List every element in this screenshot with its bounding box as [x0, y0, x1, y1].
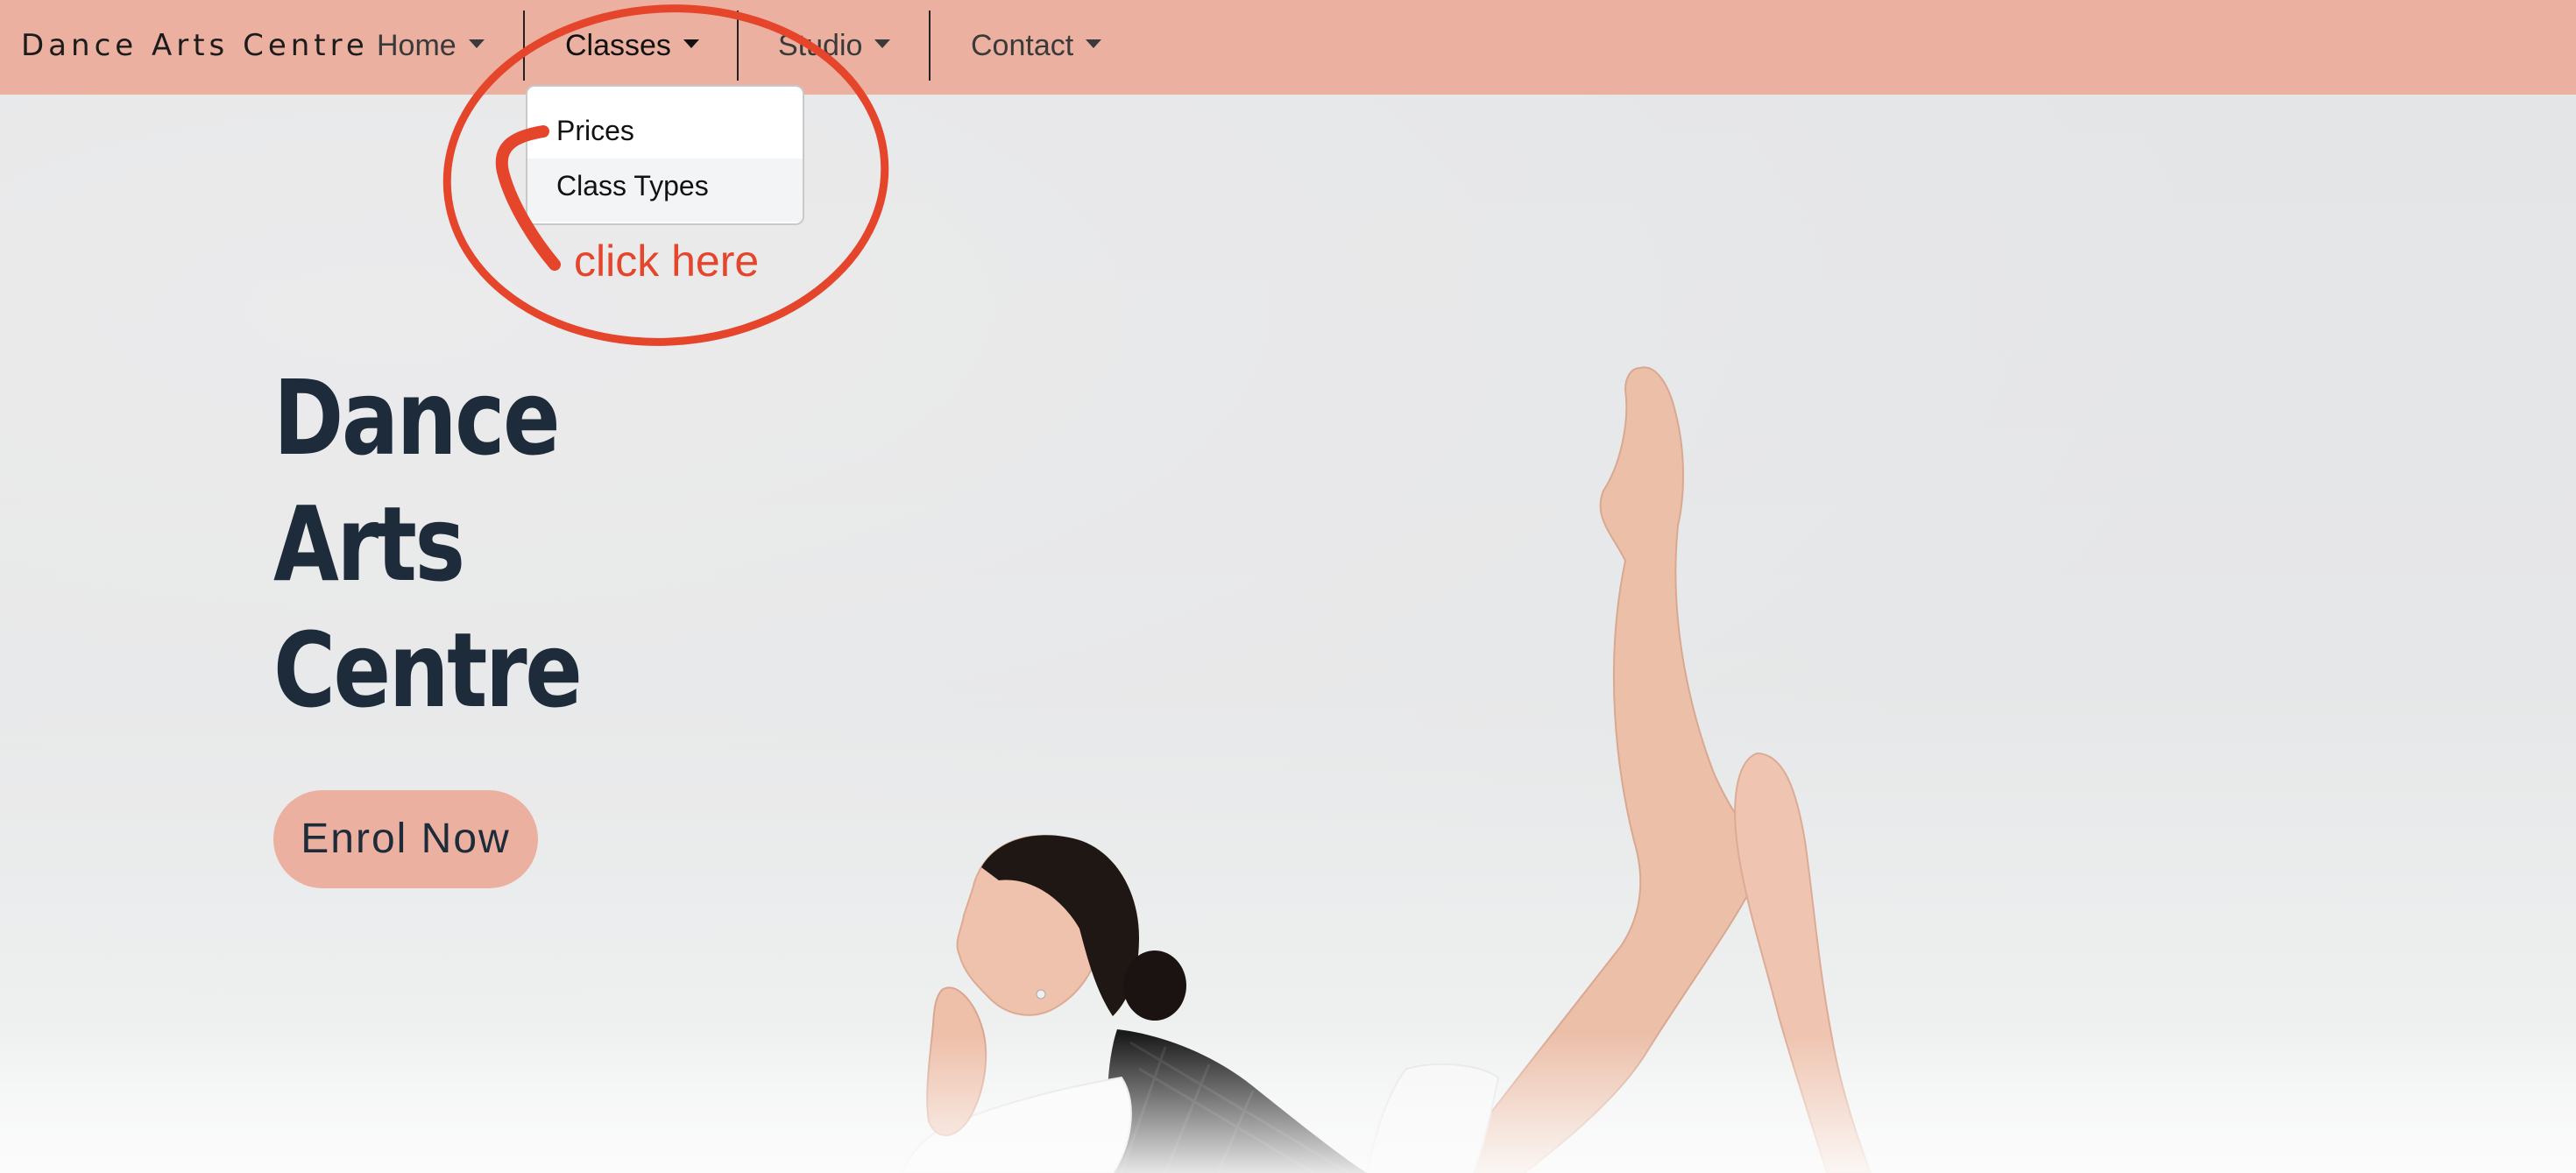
enrol-now-button[interactable]: Enrol Now	[273, 790, 538, 888]
chevron-down-icon	[468, 39, 485, 49]
nav-divider	[737, 11, 739, 81]
hero-title: Dance Arts Centre	[273, 355, 648, 733]
dropdown-item-class-types[interactable]: Class Types	[527, 159, 803, 222]
nav-divider	[523, 11, 525, 81]
navbar: Dance Arts Centre Home Classes Studio Co…	[0, 0, 2576, 95]
nav-item-classes-label: Classes	[565, 29, 671, 62]
brand-logo[interactable]: Dance Arts Centre	[21, 26, 369, 65]
nav-item-contact-label: Contact	[971, 29, 1074, 62]
annotation-label: click here	[574, 237, 760, 286]
dropdown-item-prices[interactable]: Prices	[527, 102, 803, 159]
chevron-down-icon	[683, 39, 699, 49]
nav-divider	[929, 11, 931, 81]
chevron-down-icon	[1086, 39, 1102, 49]
nav-item-home[interactable]: Home	[377, 26, 485, 65]
hero-title-line: Arts	[273, 484, 465, 604]
nav-item-studio-label: Studio	[778, 29, 863, 62]
floor-glow	[0, 1034, 2576, 1173]
nav-item-classes[interactable]: Classes	[565, 26, 699, 65]
page: Dance Arts Centre Home Classes Studio Co…	[0, 0, 2576, 1173]
nav-item-home-label: Home	[377, 29, 456, 62]
nav-item-studio[interactable]: Studio	[778, 26, 891, 65]
classes-dropdown-menu: Prices Class Types	[526, 85, 804, 225]
chevron-down-icon	[874, 39, 891, 49]
hero-title-line: Centre	[273, 610, 583, 731]
hero-title-line: Dance	[273, 357, 561, 478]
nav-item-contact[interactable]: Contact	[971, 26, 1102, 65]
